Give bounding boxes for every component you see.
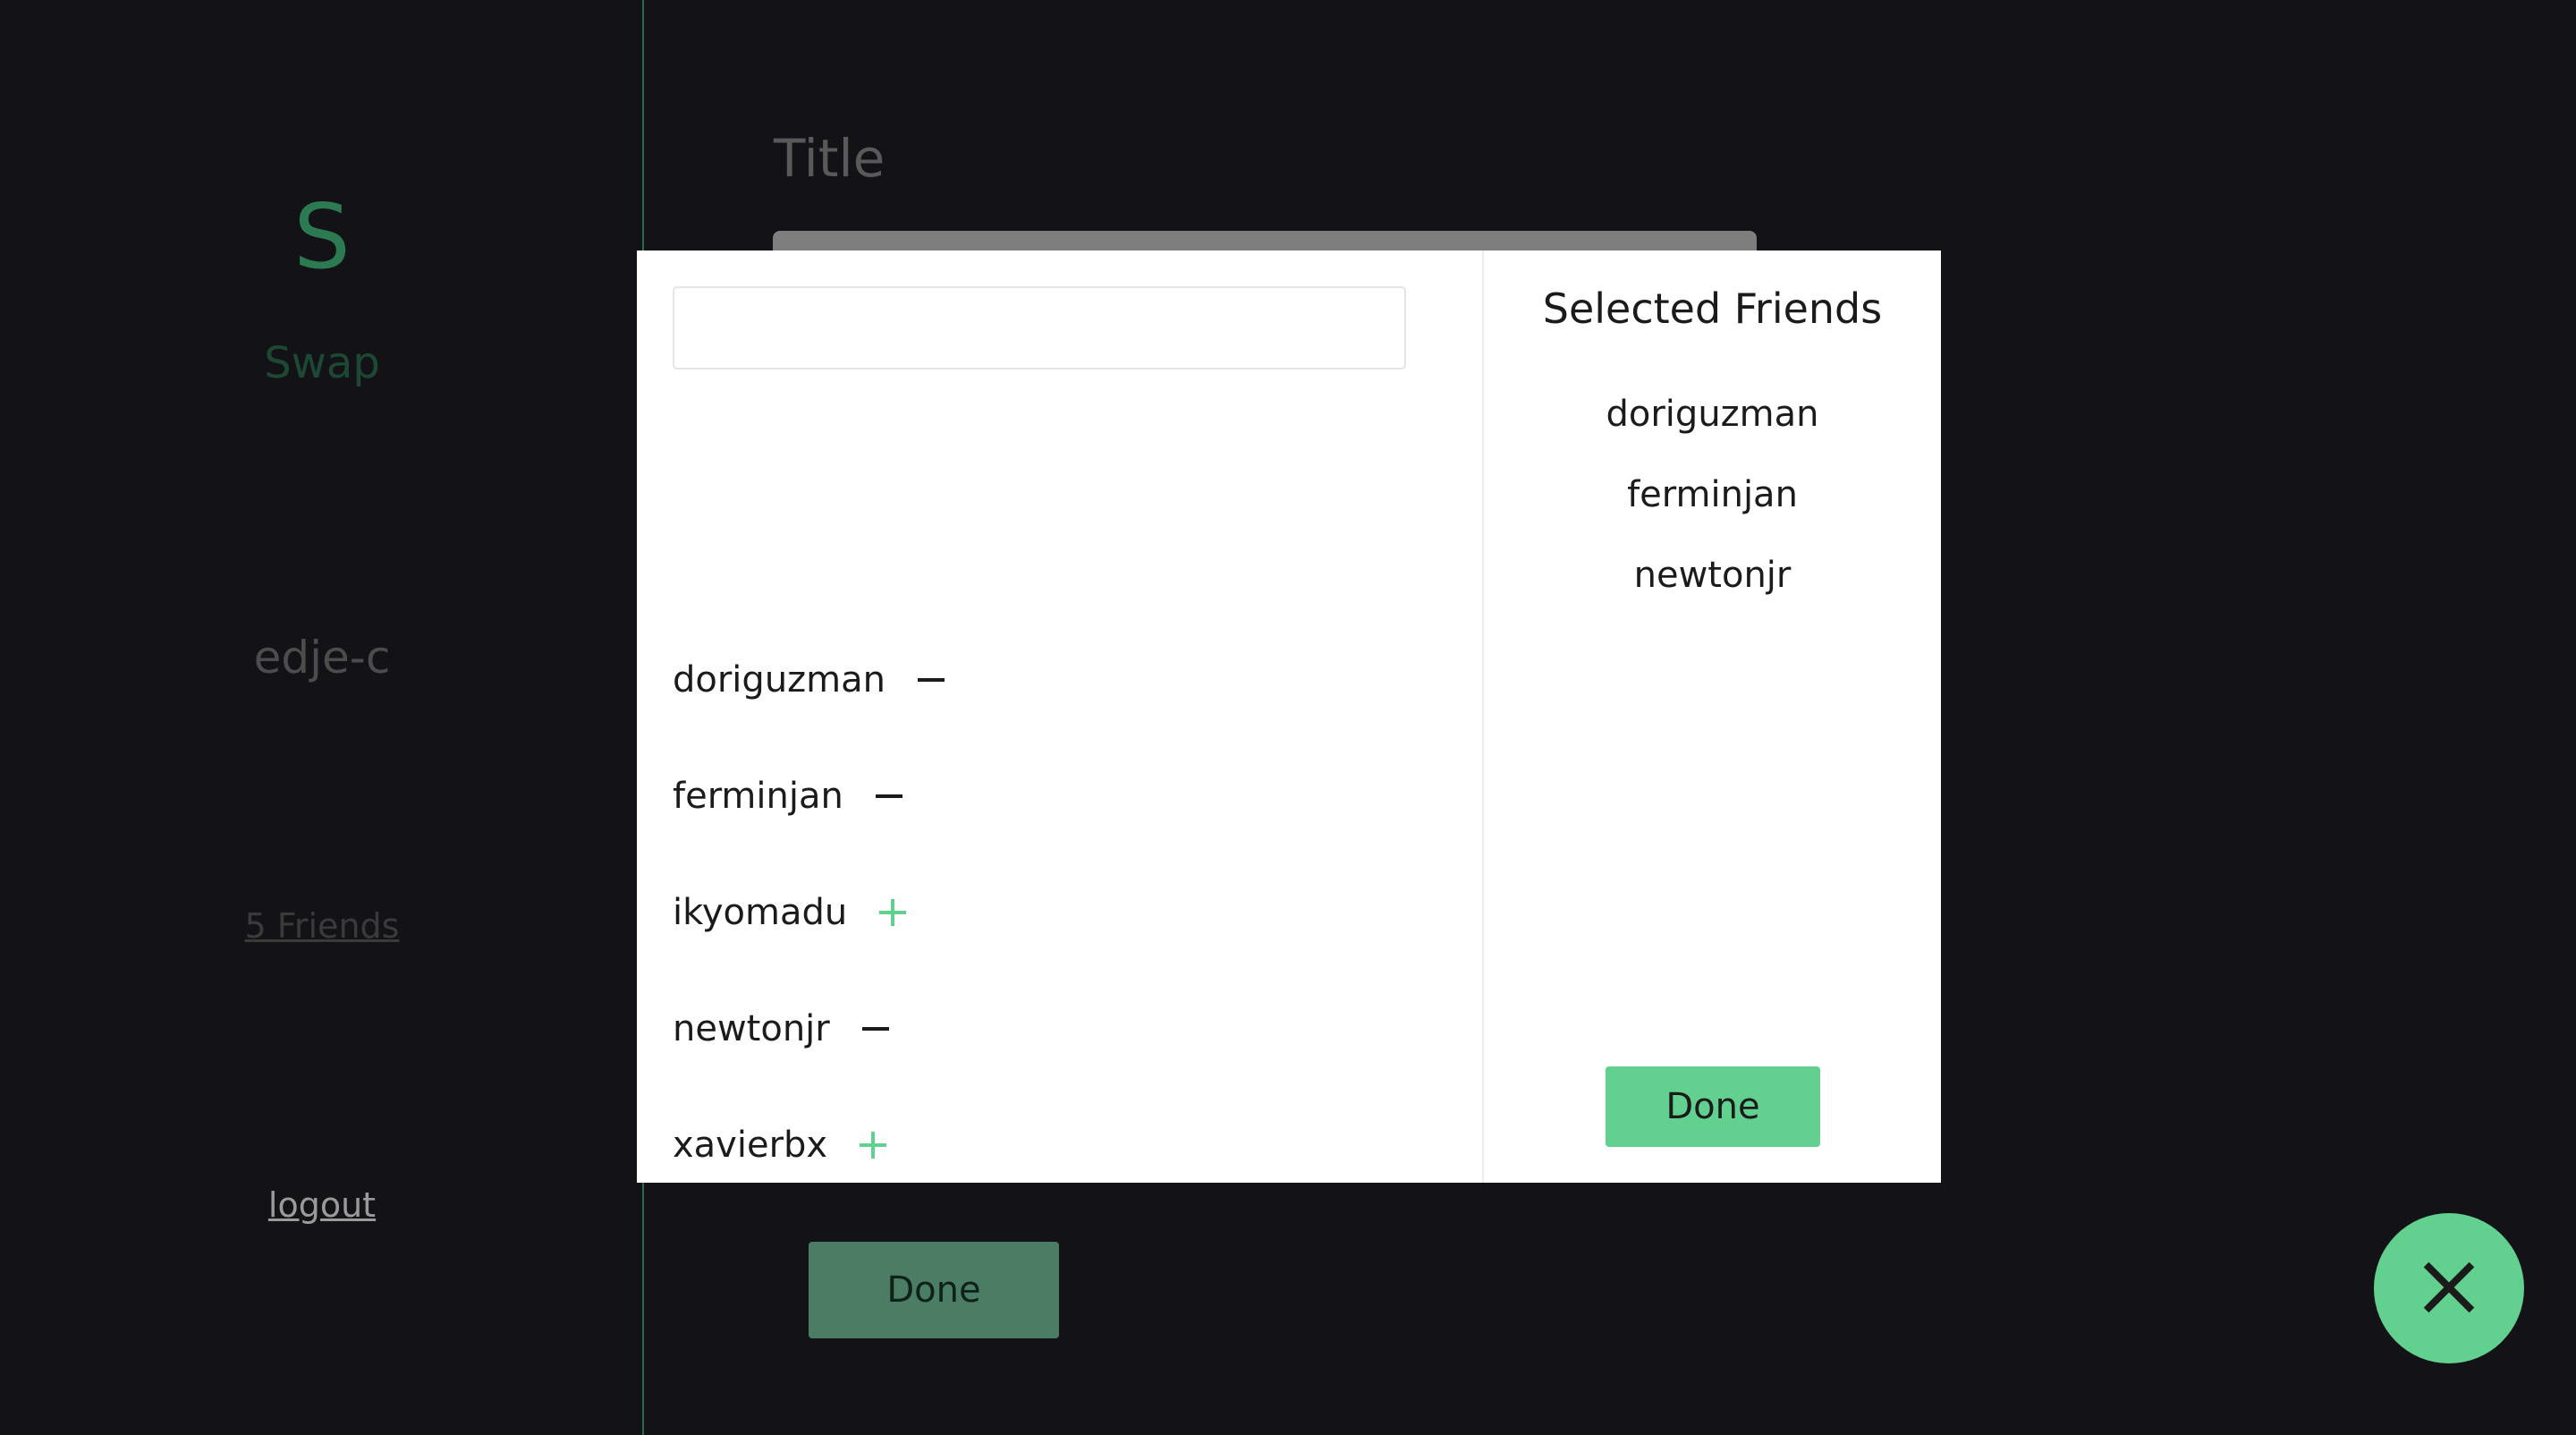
friend-row-ikyomadu: ikyomadu — [673, 886, 917, 939]
friends-link[interactable]: 5 Friends — [0, 909, 644, 943]
logo-name: Swap — [264, 338, 380, 388]
minus-icon[interactable] — [870, 775, 913, 818]
selected-friends-panel — [1484, 250, 1941, 1183]
title-label: Title — [774, 128, 886, 189]
modal-done-button[interactable]: Done — [1606, 1066, 1820, 1147]
plus-icon[interactable] — [854, 1124, 897, 1167]
logo-letter: S — [293, 184, 351, 289]
close-icon[interactable] — [2374, 1213, 2524, 1363]
logout-link[interactable]: logout — [0, 1188, 644, 1222]
friends-modal: doriguzman ferminjan ikyomadu newtonjr x… — [637, 250, 1941, 1183]
friend-search-input[interactable] — [673, 286, 1406, 369]
friend-name: ikyomadu — [673, 892, 848, 933]
friend-name: ferminjan — [673, 776, 843, 817]
friend-name: newtonjr — [673, 1008, 830, 1049]
sidebar: S Swap edje-c 5 Friends logout — [0, 0, 644, 1435]
minus-icon[interactable] — [912, 658, 955, 701]
minus-icon[interactable] — [857, 1007, 900, 1050]
friend-row-xavierbx: xavierbx — [673, 1118, 897, 1172]
background-done-button[interactable]: Done — [809, 1242, 1059, 1338]
friend-row-ferminjan: ferminjan — [673, 769, 913, 823]
plus-icon[interactable] — [874, 891, 917, 934]
friend-row-newtonjr: newtonjr — [673, 1002, 900, 1056]
username: edje-c — [253, 632, 391, 684]
friends-picker: doriguzman ferminjan ikyomadu newtonjr x… — [637, 250, 1482, 1183]
friend-row-doriguzman: doriguzman — [673, 653, 955, 707]
friend-name: doriguzman — [673, 659, 886, 701]
friend-name: xavierbx — [673, 1125, 828, 1166]
